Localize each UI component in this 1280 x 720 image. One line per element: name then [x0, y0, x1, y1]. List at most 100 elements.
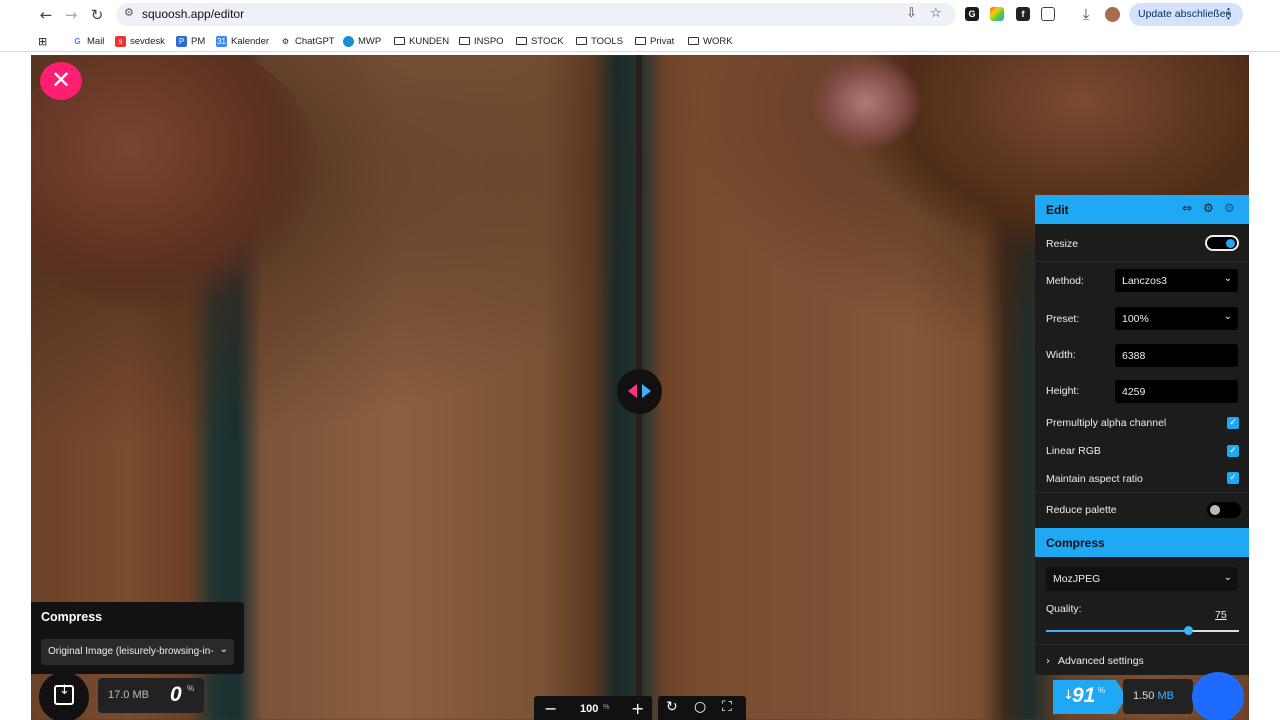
- browser-toolbar: ← → ↻ ⚙ squoosh.app/editor ⇩ ☆ G f ⤓ Upd…: [0, 0, 1280, 28]
- color-extension-icon[interactable]: [990, 7, 1004, 21]
- result-size-unit: MB: [1157, 690, 1174, 702]
- quality-value[interactable]: 75: [1215, 609, 1227, 621]
- aspect-ratio-checkbox[interactable]: ✓: [1227, 472, 1239, 484]
- bookmark-sevdesk[interactable]: s sevdesk: [115, 33, 165, 49]
- zoom-in-button[interactable]: +: [631, 699, 644, 718]
- image-canvas[interactable]: ✕ Compress Original Image (leisurely-bro…: [31, 55, 1249, 720]
- advanced-settings-toggle[interactable]: › Advanced settings: [1046, 655, 1144, 667]
- address-bar[interactable]: ⚙ squoosh.app/editor ⇩ ☆: [116, 3, 956, 26]
- import-settings-icon[interactable]: ⚙: [1224, 201, 1235, 215]
- divider: [1035, 492, 1249, 493]
- background-toggle-icon[interactable]: ○: [694, 699, 706, 715]
- resize-toggle[interactable]: [1205, 235, 1239, 251]
- method-select[interactable]: Lanczos3 ⌄: [1115, 269, 1238, 292]
- folder-icon: [576, 37, 587, 45]
- preset-value: 100%: [1122, 313, 1149, 325]
- bookmark-tools[interactable]: TOOLS: [576, 33, 623, 49]
- browser-window: ← → ↻ ⚙ squoosh.app/editor ⇩ ☆ G f ⤓ Upd…: [0, 0, 1280, 720]
- bookmark-kalender[interactable]: 31 Kalender: [216, 33, 269, 49]
- width-label: Width:: [1046, 349, 1076, 361]
- split-handle[interactable]: [617, 369, 662, 414]
- height-label: Height:: [1046, 385, 1080, 397]
- toggle-knob: [1226, 239, 1235, 248]
- update-label: Update abschließen: [1138, 8, 1232, 20]
- left-size-info: 17.0 MB 0 %: [98, 678, 204, 713]
- toggle-knob: [1210, 505, 1220, 515]
- folder-icon: [394, 37, 405, 45]
- result-size-info: 1.50 MB: [1123, 679, 1193, 714]
- apps-icon[interactable]: ⊞: [38, 33, 47, 49]
- reduce-palette-label: Reduce palette: [1046, 504, 1117, 516]
- sevdesk-icon: s: [115, 35, 126, 47]
- view-tools: ↻ ○ ⛶: [658, 696, 746, 720]
- bookmark-label: Kalender: [231, 35, 270, 47]
- zoom-controls: − 100 % +: [534, 696, 652, 720]
- reduction-unit: %: [1098, 686, 1106, 695]
- bookmark-mail[interactable]: G Mail: [72, 33, 104, 49]
- reduce-palette-toggle[interactable]: [1207, 502, 1241, 518]
- preset-select[interactable]: 100% ⌄: [1115, 307, 1238, 330]
- bookmark-pm[interactable]: P PM: [176, 33, 205, 49]
- bookmark-stock[interactable]: STOCK: [516, 33, 564, 49]
- zoom-value[interactable]: 100: [580, 703, 598, 715]
- bookmark-chatgpt[interactable]: ⚙ ChatGPT: [280, 33, 335, 49]
- bookmark-inspo[interactable]: INSPO: [459, 33, 504, 49]
- install-icon[interactable]: ⇩: [906, 6, 917, 21]
- left-reduction-value: 0: [170, 683, 182, 706]
- chevron-down-icon: ⌄: [1223, 572, 1232, 583]
- chatgpt-icon: ⚙: [280, 35, 291, 47]
- bookmark-privat[interactable]: Privat: [635, 33, 674, 49]
- bookmark-label: STOCK: [531, 35, 564, 47]
- zoom-out-button[interactable]: −: [544, 699, 557, 718]
- bookmark-kunden[interactable]: KUNDEN: [394, 33, 449, 49]
- copy-settings-icon[interactable]: ⚙: [1203, 201, 1214, 215]
- download-icon[interactable]: ⤓: [1076, 4, 1096, 24]
- bookmark-label: PM: [191, 35, 206, 47]
- bookmark-label: sevdesk: [130, 35, 165, 47]
- update-button[interactable]: Update abschließen ⋮: [1129, 3, 1243, 26]
- fit-screen-icon[interactable]: ⛶: [722, 699, 732, 715]
- bookmark-mwp[interactable]: MWP: [343, 33, 381, 49]
- quality-label: Quality:: [1046, 603, 1082, 615]
- bookmark-work[interactable]: WORK: [688, 33, 733, 49]
- codec-select[interactable]: MozJPEG ⌄: [1046, 567, 1238, 591]
- height-input[interactable]: 4259: [1115, 380, 1238, 403]
- site-info-icon[interactable]: ⚙: [124, 6, 134, 19]
- star-icon[interactable]: ☆: [930, 6, 942, 21]
- arrow-right-icon: [642, 384, 651, 398]
- forward-icon[interactable]: →: [61, 5, 81, 25]
- linear-rgb-label: Linear RGB: [1046, 445, 1101, 457]
- premultiply-checkbox[interactable]: ✓: [1227, 417, 1239, 429]
- menu-icon[interactable]: ⋮: [1222, 6, 1235, 22]
- result-download-button[interactable]: [1192, 672, 1244, 720]
- reload-icon[interactable]: ↻: [87, 5, 107, 25]
- chevron-down-icon: ⌄: [1223, 273, 1232, 284]
- quality-slider-thumb[interactable]: [1184, 626, 1193, 635]
- swap-sides-icon[interactable]: ⇔: [1182, 201, 1192, 215]
- left-source-select[interactable]: Original Image (leisurely-browsing-in- ⌄: [41, 639, 234, 665]
- linear-rgb-checkbox[interactable]: ✓: [1227, 445, 1239, 457]
- mwp-icon: [343, 35, 354, 47]
- calendar-icon: 31: [216, 35, 227, 47]
- extension-icon[interactable]: G: [965, 7, 979, 21]
- rotate-icon[interactable]: ↻: [666, 699, 678, 715]
- font-extension-icon[interactable]: f: [1016, 7, 1030, 21]
- codec-value: MozJPEG: [1053, 573, 1101, 585]
- bookmark-label: INSPO: [474, 35, 504, 47]
- back-icon[interactable]: ←: [36, 5, 56, 25]
- bookmark-label: TOOLS: [591, 35, 624, 47]
- divider: [1035, 644, 1249, 645]
- width-input[interactable]: 6388: [1115, 344, 1238, 367]
- bookmark-label: Privat: [650, 35, 675, 47]
- puzzle-icon[interactable]: [1041, 7, 1055, 21]
- bookmark-label: ChatGPT: [295, 35, 335, 47]
- left-download-button[interactable]: ↓: [39, 672, 89, 720]
- chevron-down-icon: ⌄: [1223, 311, 1232, 322]
- edit-panel-header: Edit ⇔ ⚙ ⚙: [1035, 195, 1249, 224]
- close-icon: ✕: [50, 66, 72, 94]
- folder-icon: [516, 37, 527, 45]
- left-compress-panel: Compress Original Image (leisurely-brows…: [31, 602, 244, 674]
- close-button[interactable]: ✕: [40, 62, 82, 100]
- profile-avatar[interactable]: [1105, 7, 1120, 22]
- reduction-value: 91: [1072, 684, 1096, 707]
